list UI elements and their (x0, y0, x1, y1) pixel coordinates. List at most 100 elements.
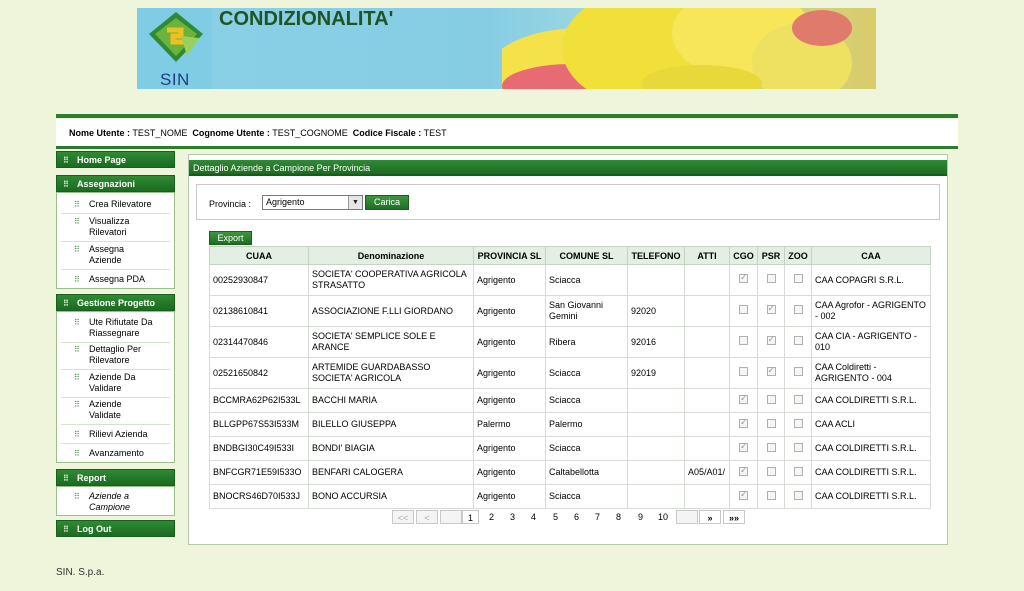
psr-checkbox[interactable] (766, 394, 776, 404)
divider (56, 114, 958, 118)
cell-denominazione: BONDI' BIAGIA (308, 436, 474, 461)
zoo-checkbox[interactable] (793, 274, 803, 283)
psr-checkbox[interactable] (766, 365, 776, 376)
bullet-icon: ⠿ (63, 156, 69, 165)
cognome-value: TEST_COGNOME (272, 128, 348, 138)
psr-checkbox[interactable] (766, 303, 776, 314)
cgo-checkbox[interactable] (739, 305, 748, 314)
menu-item-ute-rifiutate[interactable]: ⠿ Ute Rifiutate Da Riassegnare (57, 317, 167, 339)
cgo-checkbox[interactable] (739, 465, 748, 476)
cell-comune: Caltabellotta (545, 460, 628, 485)
col-header-cgo[interactable]: CGO (729, 246, 758, 265)
pager-page-6[interactable]: 6 (568, 510, 585, 524)
menu-item-assegna-aziende[interactable]: ⠿ Assegna Aziende (57, 244, 155, 266)
bullet-icon: ⠿ (74, 449, 80, 458)
col-header-psr[interactable]: PSR (757, 246, 785, 265)
cognome-label: Cognome Utente : (192, 128, 270, 138)
cgo-checkbox[interactable] (739, 393, 748, 404)
cgo-checkbox[interactable] (739, 441, 748, 452)
menu-item-visualizza-rilevatori[interactable]: ⠿ Visualizza Rilevatori (57, 216, 167, 238)
zoo-checkbox[interactable] (793, 490, 803, 500)
psr-checkbox[interactable] (766, 466, 776, 476)
zoo-checkbox[interactable] (793, 418, 803, 428)
pager-page-7[interactable]: 7 (589, 510, 606, 524)
col-header-atti[interactable]: ATTI (684, 246, 730, 265)
psr-checkbox[interactable] (766, 274, 776, 283)
cell-zoo (784, 484, 812, 509)
menu-item-aziende-da-validare[interactable]: ⠿ Aziende Da Validare (57, 372, 157, 394)
menu-item-avanzamento[interactable]: ⠿ Avanzamento (57, 448, 174, 459)
cgo-checkbox[interactable] (739, 336, 748, 345)
menu-item-rilievi-azienda[interactable]: ⠿ Rilievi Azienda (57, 429, 174, 440)
cell-zoo (784, 295, 812, 327)
menu-item-aziende-a-campione[interactable]: ⠿ Aziende a Campione (57, 491, 157, 513)
nome-label: Nome Utente : (69, 128, 131, 138)
pager-page-5[interactable]: 5 (547, 510, 564, 524)
pager-page-10[interactable]: 10 (652, 510, 674, 524)
menu-assegnazioni[interactable]: ⠿ Assegnazioni (56, 175, 175, 192)
cgo-checkbox[interactable] (739, 367, 748, 376)
table-row: BNFCGR71E59I533O BENFARI CALOGERA Agrigent… (209, 460, 931, 485)
col-header-cuaa[interactable]: CUAA (209, 246, 309, 265)
carica-button[interactable]: Carica (365, 195, 409, 210)
cell-provincia: Agrigento (473, 484, 546, 509)
menu-item-crea-rilevatore[interactable]: ⠿ Crea Rilevatore (57, 199, 174, 210)
bullet-icon: ⠿ (74, 492, 80, 501)
pager-page-1[interactable]: 1 (462, 510, 479, 524)
zoo-checkbox[interactable] (793, 466, 803, 476)
pager-prev[interactable]: < (416, 510, 438, 524)
cell-caa: CAA CIA - AGRIGENTO - 010 (811, 326, 931, 358)
menu-report[interactable]: ⠿ Report (56, 469, 175, 486)
pager-page-9[interactable]: 9 (632, 510, 649, 524)
zoo-checkbox[interactable] (793, 394, 803, 404)
menu-item-dettaglio-rilevatore[interactable]: ⠿ Dettaglio Per Rilevatore (57, 344, 157, 366)
table-row: 02138610841 ASSOCIAZIONE F.LLI GIORDANO Ag… (209, 295, 931, 327)
zoo-checkbox[interactable] (793, 336, 803, 345)
cell-zoo (784, 388, 812, 413)
bullet-icon: ⠿ (74, 318, 80, 327)
cell-psr (757, 264, 785, 296)
col-header-zoo[interactable]: ZOO (784, 246, 812, 265)
psr-checkbox[interactable] (766, 442, 776, 452)
cell-cuaa: 02314470846 (209, 326, 309, 358)
pager-last[interactable]: »» (723, 510, 745, 524)
col-header-telefono[interactable]: TELEFONO (627, 246, 685, 265)
menu-item-assegna-pda[interactable]: ⠿ Assegna PDA (57, 274, 174, 285)
chevron-down-icon[interactable]: ▼ (348, 196, 362, 209)
export-button[interactable]: Export (209, 231, 252, 245)
psr-checkbox[interactable] (766, 334, 776, 345)
cgo-checkbox[interactable] (739, 417, 748, 428)
zoo-checkbox[interactable] (793, 305, 803, 314)
cell-caa: CAA COPAGRI S.R.L. (811, 264, 931, 296)
cell-cuaa: BLLGPP67S53I533M (209, 412, 309, 437)
pager-next[interactable]: » (699, 510, 721, 524)
cell-psr (757, 460, 785, 485)
bullet-icon: ⠿ (63, 525, 69, 534)
cell-zoo (784, 264, 812, 296)
pager-page-2[interactable]: 2 (483, 510, 500, 524)
footer-text: SIN. S.p.a. (56, 567, 105, 578)
menu-gestione-progetto[interactable]: ⠿ Gestione Progetto (56, 294, 175, 311)
table-row: BNOCRS46D70I533J BONO ACCURSIA Agrigento Sc… (209, 484, 931, 509)
zoo-checkbox[interactable] (793, 367, 803, 376)
cgo-checkbox[interactable] (739, 489, 748, 500)
pager-first[interactable]: << (392, 510, 414, 524)
cgo-checkbox[interactable] (739, 272, 748, 283)
cell-provincia: Palermo (473, 412, 546, 437)
menu-item-aziende-validate[interactable]: ⠿ Aziende Validate (57, 399, 137, 421)
col-header-caa[interactable]: CAA (811, 246, 931, 265)
col-header-provincia[interactable]: PROVINCIA SL (473, 246, 546, 265)
provincia-select[interactable]: Agrigento ▼ (262, 195, 363, 210)
psr-checkbox[interactable] (766, 418, 776, 428)
cell-comune: San Giovanni Gemini (545, 295, 628, 327)
pager-page-3[interactable]: 3 (504, 510, 521, 524)
pager-page-8[interactable]: 8 (610, 510, 627, 524)
pager-page-4[interactable]: 4 (525, 510, 542, 524)
psr-checkbox[interactable] (766, 490, 776, 500)
bullet-icon: ⠿ (74, 245, 80, 254)
zoo-checkbox[interactable] (793, 442, 803, 452)
menu-log-out[interactable]: ⠿ Log Out (56, 520, 175, 537)
col-header-comune[interactable]: COMUNE SL (545, 246, 628, 265)
col-header-denominazione[interactable]: Denominazione (308, 246, 474, 265)
menu-home-page[interactable]: ⠿ Home Page (56, 151, 175, 168)
